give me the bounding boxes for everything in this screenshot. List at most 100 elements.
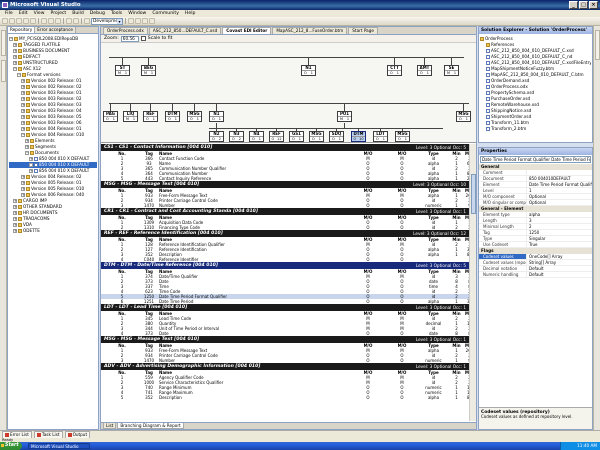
segment-node-st[interactable]: ST M 1 — [115, 65, 130, 76]
expand-icon[interactable]: + — [25, 139, 29, 143]
segment-node-amt[interactable]: AMT O 1 — [417, 65, 432, 76]
expand-icon[interactable]: + — [21, 193, 25, 197]
solution-explorer-icon[interactable] — [135, 18, 141, 24]
zoom-input[interactable]: 60.56 — [120, 35, 139, 42]
segment-node-sdq[interactable]: SDQ O 1 — [329, 131, 344, 142]
expand-icon[interactable]: + — [13, 61, 17, 65]
menu-edit[interactable]: Edit — [16, 10, 31, 17]
server-explorer-tab[interactable] — [1, 30, 6, 56]
collapse-icon[interactable]: − — [13, 67, 17, 71]
panel-tab-repository[interactable]: Repository — [8, 27, 36, 33]
segment-node-n4[interactable]: N4 O 1 — [249, 131, 264, 142]
segment-list-scrollbar[interactable] — [469, 144, 476, 421]
save-all-icon[interactable] — [30, 18, 36, 24]
segment-header[interactable]: LDT - LDT - Lead Time [004 010] Level: 3 … — [101, 304, 469, 311]
property-value[interactable]: Date Time Period Format Qualifier — [527, 182, 592, 187]
document-tab[interactable]: Covast EDI Editor — [222, 27, 272, 34]
segment-header[interactable]: DTM - DTM - Date/Time Reference [004 010… — [101, 262, 469, 269]
property-value[interactable]: 3 — [527, 218, 592, 223]
expand-icon[interactable]: + — [21, 91, 25, 95]
property-value[interactable]: 1 — [527, 188, 592, 193]
property-value[interactable]: 1250 — [527, 230, 592, 235]
menu-file[interactable]: File — [2, 10, 16, 17]
menu-build[interactable]: Build — [69, 10, 87, 17]
maximize-button[interactable]: □ — [579, 1, 588, 9]
menu-community[interactable]: Community — [149, 10, 182, 17]
segment-node-pag[interactable]: PAG O 1 — [103, 111, 118, 122]
segment-header[interactable]: MSG - MSG - Message Text [004 010] Level:… — [101, 336, 469, 343]
segment-node-gs1[interactable]: GS1 O 1 — [289, 131, 304, 142]
find-icon[interactable] — [128, 18, 134, 24]
property-value[interactable]: 850 004010DEFAULT — [527, 176, 592, 181]
property-value[interactable]: alpha — [527, 212, 592, 217]
new-project-icon[interactable] — [2, 18, 8, 24]
scrollbar-thumb[interactable] — [471, 174, 476, 214]
expand-icon[interactable]: + — [13, 217, 17, 221]
expand-icon[interactable]: + — [21, 115, 25, 119]
segment-node-beg[interactable]: BEG M 1 — [141, 65, 156, 76]
expand-icon[interactable]: + — [29, 157, 33, 161]
segment-node-dtm[interactable]: DTM O 1 — [165, 111, 180, 122]
expand-icon[interactable]: + — [13, 49, 17, 53]
segment-header[interactable]: CS1 - CS1 - Contact Information [004 010… — [101, 144, 469, 151]
expand-icon[interactable]: + — [21, 79, 25, 83]
minimize-button[interactable]: _ — [569, 1, 578, 9]
segment-node-msg[interactable]: MSG O 1 — [187, 111, 202, 122]
collapse-icon[interactable]: − — [21, 133, 25, 137]
start-debug-icon[interactable] — [84, 18, 90, 24]
expand-icon[interactable]: + — [13, 55, 17, 59]
segment-header[interactable]: REF - REF - Reference Identification [00… — [101, 230, 469, 237]
expand-icon[interactable]: + — [21, 97, 25, 101]
expand-icon[interactable]: + — [21, 175, 25, 179]
expand-icon[interactable]: + — [21, 109, 25, 113]
element-row[interactable]: 5352DescriptionOOalpha180 — [101, 395, 469, 400]
property-value[interactable]: Optional — [527, 194, 592, 199]
document-tab[interactable]: OrderProcess.odx — [103, 27, 148, 34]
expand-icon[interactable]: + — [21, 85, 25, 89]
segment-node-ref[interactable]: REF O 12 — [269, 131, 284, 142]
menu-tools[interactable]: Tools — [108, 10, 125, 17]
property-object-selector[interactable]: Date Time Period Format Qualifier Date T… — [480, 156, 591, 163]
segment-node-ldt[interactable]: LDT O 1 — [373, 131, 388, 142]
expand-icon[interactable]: + — [13, 211, 17, 215]
segment-node-ctt[interactable]: CTT O 1 — [387, 65, 402, 76]
expand-icon[interactable]: + — [29, 163, 33, 167]
menu-view[interactable]: View — [31, 10, 48, 17]
expand-icon[interactable]: + — [21, 127, 25, 131]
property-value[interactable]: True — [527, 242, 592, 247]
solution-config-dropdown[interactable]: Development — [91, 17, 123, 25]
segment-header[interactable]: MSG - MSG - Message Text [004 010] Level:… — [101, 181, 469, 188]
solution-item[interactable]: Transform_2.btm — [480, 126, 591, 132]
expand-icon[interactable]: + — [13, 43, 17, 47]
save-icon[interactable] — [23, 18, 29, 24]
expand-icon[interactable]: + — [25, 145, 29, 149]
segment-node-dtm[interactable]: DTM O 10 — [351, 131, 366, 142]
expand-icon[interactable]: + — [21, 103, 25, 107]
toolbox-tab[interactable] — [1, 60, 6, 82]
view-tab-branching-diagram[interactable]: Branching Diagram & Report — [117, 423, 184, 429]
panel-tab-error-acceptance[interactable]: Error acceptance — [35, 27, 76, 33]
property-value[interactable]: Optional — [527, 200, 592, 205]
scale-to-fit-checkbox[interactable] — [140, 36, 146, 41]
property-value[interactable]: Default — [527, 266, 592, 271]
expand-icon[interactable]: + — [13, 223, 17, 227]
taskbar-item-visual-studio[interactable]: Microsoft Visual Studio — [28, 443, 90, 449]
segment-header[interactable]: CR1 - CR1 - Contract and Cost Accounting… — [101, 208, 469, 215]
expand-icon[interactable]: + — [13, 199, 17, 203]
copy-icon[interactable] — [48, 18, 54, 24]
class-view-tab[interactable] — [595, 30, 600, 60]
paste-icon[interactable] — [55, 18, 61, 24]
property-row[interactable]: Numeric handling Default — [479, 272, 592, 278]
open-file-icon[interactable] — [16, 18, 22, 24]
segment-node-n2[interactable]: N2 O 2 — [209, 131, 224, 142]
document-tab[interactable]: Start Page — [348, 27, 378, 34]
property-value[interactable]: 2 — [527, 224, 592, 229]
segment-node-n1[interactable]: N1 O 1 — [209, 111, 224, 122]
document-tab[interactable]: MapASC_212_8...FuseOrder.btm — [272, 27, 348, 34]
segment-node-n1[interactable]: N1 O 1 — [301, 65, 316, 76]
collapse-icon[interactable]: − — [9, 37, 13, 41]
segment-node-se[interactable]: SE M 1 — [444, 65, 459, 76]
property-value[interactable]: Default — [527, 272, 592, 277]
view-tab-list[interactable]: List — [103, 423, 117, 429]
close-button[interactable]: × — [589, 1, 598, 9]
